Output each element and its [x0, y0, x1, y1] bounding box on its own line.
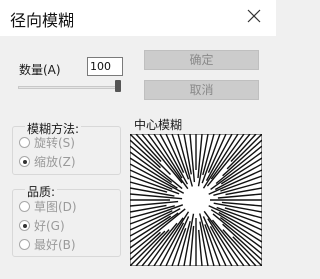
radio-label-draft: 草图(D): [34, 200, 77, 214]
radio-button[interactable]: [19, 201, 30, 212]
radio-button[interactable]: [19, 137, 30, 148]
amount-input[interactable]: [87, 57, 123, 76]
radio-zoom[interactable]: 缩放(Z): [19, 154, 76, 170]
radio-label-zoom: 缩放(Z): [34, 155, 76, 169]
amount-label: 数量(A): [19, 63, 61, 77]
radio-best[interactable]: 最好(B): [19, 237, 76, 253]
amount-slider-thumb[interactable]: [115, 80, 121, 92]
radio-button[interactable]: [19, 239, 30, 250]
cancel-button[interactable]: 取消: [144, 80, 259, 100]
close-icon[interactable]: [246, 8, 262, 24]
radio-spin[interactable]: 旋转(S): [19, 135, 75, 151]
radio-label-best: 最好(B): [34, 238, 76, 252]
center-blur-label: 中心模糊: [134, 118, 183, 132]
radio-button[interactable]: [19, 156, 30, 167]
blur-center-preview[interactable]: [130, 134, 262, 266]
radio-label-spin: 旋转(S): [34, 136, 75, 150]
amount-slider[interactable]: [18, 86, 120, 89]
radio-label-good: 好(G): [34, 219, 65, 233]
radio-button[interactable]: [19, 220, 30, 231]
quality-legend: 品质:: [25, 183, 58, 200]
title-bar: 径向模糊: [0, 0, 276, 36]
window-title: 径向模糊: [10, 11, 75, 30]
radio-good[interactable]: 好(G): [19, 218, 65, 234]
ok-button[interactable]: 确定: [144, 50, 259, 70]
radio-draft[interactable]: 草图(D): [19, 199, 77, 215]
quality-group: 品质: 草图(D) 好(G) 最好(B): [12, 183, 121, 257]
blur-method-group: 模糊方法: 旋转(S) 缩放(Z): [12, 120, 121, 175]
